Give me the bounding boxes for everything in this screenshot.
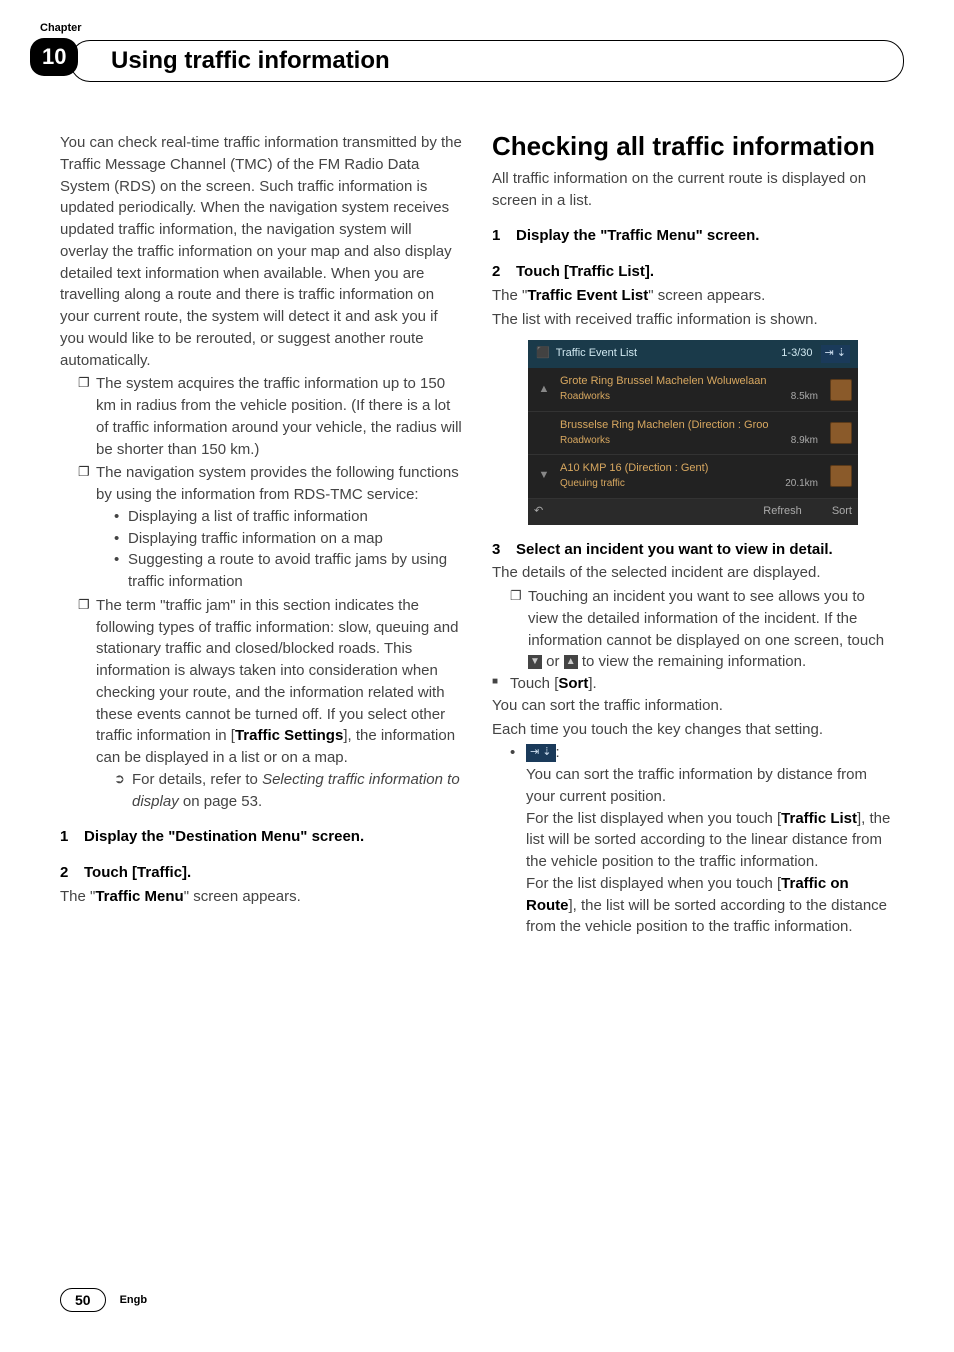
scroll-down-icon: ▼ [534,468,554,484]
step-3-result: The details of the selected incident are… [492,562,894,584]
sort-desc-1: You can sort the traffic information. [492,695,894,717]
note-item: Touching an incident you want to see all… [510,586,894,673]
sub-list-item: Displaying traffic information on a map [114,528,462,550]
distance: 20.1km [785,477,824,492]
sort-label: Sort [558,675,588,692]
sub-list-item: Suggesting a route to avoid traffic jams… [114,549,462,593]
step-2-text: Touch [Traffic]. [84,864,191,881]
traffic-list-label: Traffic List [781,810,857,827]
step-1-text: Display the "Traffic Menu" screen. [516,227,759,244]
sort-option-detail: For the list displayed when you touch [T… [526,873,894,938]
traffic-icon: ⬛ [536,346,550,362]
language-code: Engb [120,1294,148,1306]
feature-list: The system acquires the traffic informat… [60,373,462,812]
distance: 8.9km [791,434,824,449]
traffic-event-list-label: Traffic Event List [527,287,648,304]
incident-icon [830,379,852,401]
screenshot-counter: 1-3/30 [781,346,812,362]
incident-icon [830,422,852,444]
section-intro: All traffic information on the current r… [492,168,894,212]
ref-text-b: on page 53. [179,793,262,810]
right-column: Checking all traffic information All tra… [492,132,894,938]
ref-text-a: For details, refer to [132,771,262,788]
list-item: The term "traffic jam" in this section i… [78,595,462,813]
refresh-button: Refresh [763,504,832,520]
page-footer: 50 Engb [60,1288,147,1312]
chapter-title-pill: Using traffic information [70,40,904,82]
list-item-text: The navigation system provides the follo… [96,464,459,503]
sort-option-desc: You can sort the traffic information by … [526,764,894,808]
incident-type: Queuing traffic [560,477,625,492]
sort-action-item: Touch [Sort]. [492,673,894,695]
page-header: Chapter 10 Using traffic information [60,40,894,82]
step-3-heading: 3Select an incident you want to view in … [492,539,894,561]
road-name: Brusselse Ring Machelen (Direction : Gro… [560,418,824,434]
step-2-heading: 2Touch [Traffic List]. [492,261,894,283]
sort-distance-icon: ⇥ ⇣ [821,345,851,363]
chapter-title: Using traffic information [111,47,883,75]
sort-option: ⇥ ⇣: You can sort the traffic informatio… [510,742,894,938]
step-2-result-2: The list with received traffic informati… [492,309,894,331]
step-1-heading: 1Display the "Traffic Menu" screen. [492,225,894,247]
page-number-badge: 50 [60,1288,106,1312]
traffic-row: ▼ A10 KMP 16 (Direction : Gent) Queuing … [528,455,858,498]
sort-desc-2: Each time you touch the key changes that… [492,719,894,741]
sort-button: Sort [832,504,852,520]
sort-distance-icon: ⇥ ⇣ [526,744,556,762]
chapter-label: Chapter [40,22,82,34]
scroll-down-icon: ▼ [528,655,542,669]
sub-list: Displaying a list of traffic information… [96,506,462,593]
step-3-notes: Touching an incident you want to see all… [492,586,894,673]
sort-options: ⇥ ⇣: You can sort the traffic informatio… [492,742,894,938]
distance: 8.5km [791,390,824,405]
step-2-text: Touch [Traffic List]. [516,263,654,280]
chapter-number-badge: 10 [30,38,78,76]
step-2-result: The "Traffic Menu" screen appears. [60,886,462,908]
reference-list: For details, refer to Selecting traffic … [96,769,462,813]
section-heading: Checking all traffic information [492,132,894,162]
step-3-text: Select an incident you want to view in d… [516,541,833,558]
incident-type: Roadworks [560,434,610,449]
traffic-row: ▲ Grote Ring Brussel Machelen Woluwelaan… [528,368,858,411]
list-item: The navigation system provides the follo… [78,462,462,593]
incident-icon [830,465,852,487]
back-icon: ↶ [534,504,558,520]
sort-option-detail: For the list displayed when you touch [T… [526,808,894,873]
traffic-menu-label: Traffic Menu [95,888,183,905]
scroll-up-icon: ▲ [564,655,578,669]
step-1-text: Display the "Destination Menu" screen. [84,828,364,845]
reference-item: For details, refer to Selecting traffic … [114,769,462,813]
step-2-heading: 2Touch [Traffic]. [60,862,462,884]
traffic-event-list-screenshot: ⬛ Traffic Event List 1-3/30 ⇥ ⇣ ▲ Grote … [528,340,858,524]
screenshot-title: Traffic Event List [556,346,637,362]
list-item: The system acquires the traffic informat… [78,373,462,460]
intro-paragraph: You can check real-time traffic informat… [60,132,462,371]
road-name: Grote Ring Brussel Machelen Woluwelaan [560,374,824,390]
screenshot-header: ⬛ Traffic Event List 1-3/30 ⇥ ⇣ [528,340,858,368]
road-name: A10 KMP 16 (Direction : Gent) [560,461,824,477]
content-columns: You can check real-time traffic informat… [60,132,894,938]
screenshot-footer: ↶ Refresh Sort [528,499,858,525]
left-column: You can check real-time traffic informat… [60,132,462,938]
step-2-result: The "Traffic Event List" screen appears. [492,285,894,307]
list-item-text-a: The term "traffic jam" in this section i… [96,597,458,745]
scroll-up-icon: ▲ [534,382,554,398]
sub-list-item: Displaying a list of traffic information [114,506,462,528]
traffic-row: Brusselse Ring Machelen (Direction : Gro… [528,412,858,455]
sort-action: Touch [Sort]. [492,673,894,695]
incident-type: Roadworks [560,390,610,405]
traffic-settings-label: Traffic Settings [235,727,343,744]
step-1-heading: 1Display the "Destination Menu" screen. [60,826,462,848]
